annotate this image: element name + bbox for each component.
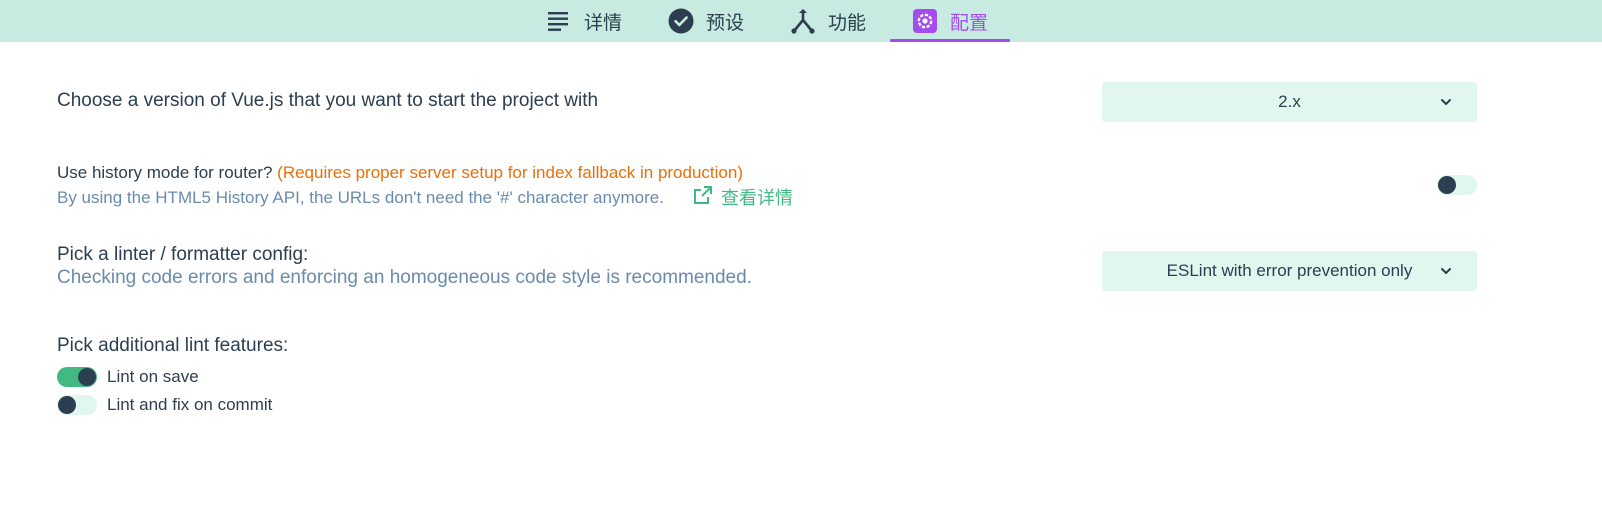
project-create-tabs: 详情 预设 功能 配置 — [0, 0, 1602, 42]
vue-version-prompt: Choose a version of Vue.js that you want… — [57, 90, 599, 111]
linter-prompt: Pick a linter / formatter config: — [57, 244, 309, 265]
more-info-link[interactable]: 查看详情 — [693, 184, 793, 210]
linter-select[interactable]: ESLint with error prevention only — [1102, 251, 1477, 291]
tab-config-label: 配置 — [950, 12, 989, 34]
linter-value: ESLint with error prevention only — [1166, 261, 1413, 280]
chevron-down-icon — [1439, 94, 1453, 108]
tab-config[interactable]: 配置 — [889, 0, 1011, 42]
lint-fix-on-commit-toggle[interactable] — [57, 395, 97, 415]
lint-fix-on-commit-label: Lint and fix on commit — [107, 395, 273, 414]
history-mode-warning: (Requires proper server setup for index … — [277, 163, 743, 182]
merge-icon — [790, 8, 816, 34]
external-link-icon — [693, 185, 713, 210]
tab-details[interactable]: 详情 — [546, 0, 622, 42]
tab-features-label: 功能 — [828, 12, 867, 34]
toggle-knob — [1438, 176, 1456, 194]
history-mode-toggle[interactable] — [1437, 175, 1477, 195]
lint-features-prompt: Pick additional lint features: — [57, 335, 289, 356]
toggle-knob — [78, 368, 96, 386]
lint-on-save-label: Lint on save — [107, 367, 199, 386]
more-info-label: 查看详情 — [721, 188, 793, 208]
check-circle-icon — [668, 8, 694, 34]
list-icon — [546, 8, 572, 34]
linter-description: Checking code errors and enforcing an ho… — [57, 267, 752, 288]
tab-presets[interactable]: 预设 — [668, 0, 744, 42]
tab-features[interactable]: 功能 — [790, 0, 866, 42]
history-mode-prompt: Use history mode for router? (Requires p… — [57, 163, 743, 183]
history-mode-description: By using the HTML5 History API, the URLs… — [57, 188, 664, 207]
vue-version-select[interactable]: 2.x — [1102, 82, 1477, 122]
gear-icon — [912, 8, 938, 34]
lint-on-save-toggle[interactable] — [57, 367, 97, 387]
tab-details-label: 详情 — [584, 12, 623, 34]
chevron-down-icon — [1439, 263, 1453, 277]
tab-presets-label: 预设 — [706, 12, 745, 34]
history-mode-label: Use history mode for router? — [57, 163, 273, 182]
vue-version-value: 2.x — [1278, 92, 1301, 111]
toggle-knob — [58, 396, 76, 414]
